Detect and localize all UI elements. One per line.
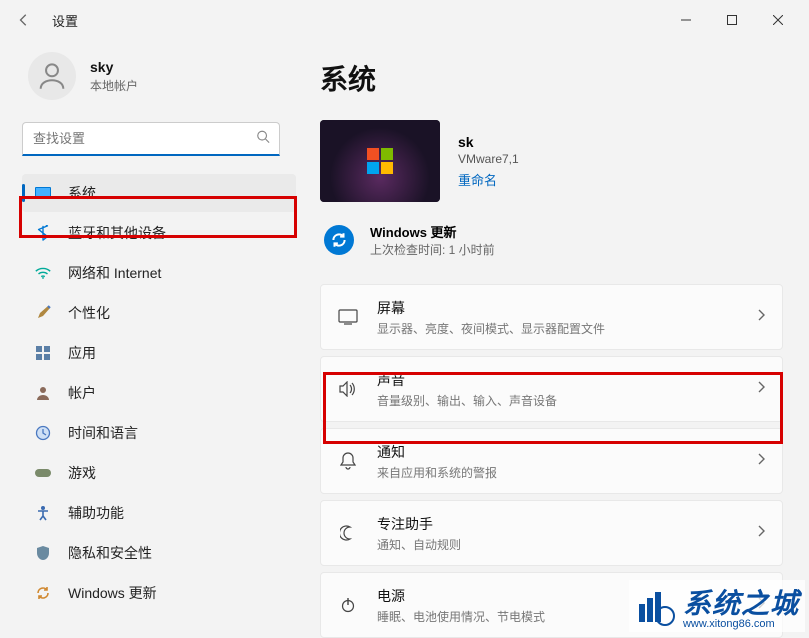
card-display[interactable]: 屏幕 显示器、亮度、夜间模式、显示器配置文件	[320, 284, 783, 350]
update-sub: 上次检查时间: 1 小时前	[370, 241, 495, 258]
moon-icon	[337, 525, 359, 541]
clock-icon	[34, 424, 52, 442]
sidebar-item-accessibility[interactable]: 辅助功能	[22, 494, 296, 532]
sidebar-item-label: 系统	[68, 183, 96, 203]
card-title: 屏幕	[377, 298, 740, 318]
update-status-icon	[324, 225, 354, 255]
window-title: 设置	[52, 11, 78, 30]
sidebar-item-label: 隐私和安全性	[68, 543, 152, 563]
close-button[interactable]	[755, 4, 801, 36]
sidebar-item-privacy[interactable]: 隐私和安全性	[22, 534, 296, 572]
sidebar-item-label: 辅助功能	[68, 503, 124, 523]
card-title: 通知	[377, 442, 740, 462]
chevron-right-icon	[758, 308, 766, 326]
search-input[interactable]	[22, 122, 280, 156]
user-type: 本地帐户	[90, 77, 138, 94]
device-name: sk	[458, 134, 519, 150]
power-icon	[337, 597, 359, 613]
sidebar-item-gaming[interactable]: 游戏	[22, 454, 296, 492]
avatar	[28, 52, 76, 100]
brush-icon	[34, 304, 52, 322]
bell-icon	[337, 452, 359, 470]
sidebar-item-label: 蓝牙和其他设备	[68, 223, 166, 243]
card-title: 专注助手	[377, 514, 740, 534]
watermark-logo-icon	[635, 586, 675, 626]
sidebar-item-apps[interactable]: 应用	[22, 334, 296, 372]
watermark-text: 系统之城	[683, 582, 799, 622]
gamepad-icon	[34, 464, 52, 482]
user-block[interactable]: sky 本地帐户	[28, 52, 296, 100]
wifi-icon	[34, 264, 52, 282]
sidebar-item-label: 帐户	[68, 383, 96, 403]
sidebar-item-label: 时间和语言	[68, 423, 138, 443]
card-title: 声音	[377, 370, 740, 390]
watermark: 系统之城 www.xitong86.com	[629, 580, 805, 632]
sidebar-item-label: 应用	[68, 343, 96, 363]
maximize-button[interactable]	[709, 4, 755, 36]
sidebar-item-system[interactable]: 系统	[22, 174, 296, 212]
card-sub: 来自应用和系统的警报	[377, 464, 740, 481]
device-thumbnail	[320, 120, 440, 202]
sidebar-item-accounts[interactable]: 帐户	[22, 374, 296, 412]
sidebar-item-time[interactable]: 时间和语言	[22, 414, 296, 452]
sidebar-item-personalization[interactable]: 个性化	[22, 294, 296, 332]
sidebar-item-update[interactable]: Windows 更新	[22, 574, 296, 612]
windows-update-status[interactable]: Windows 更新 上次检查时间: 1 小时前	[320, 222, 783, 258]
chevron-right-icon	[758, 452, 766, 470]
card-focus[interactable]: 专注助手 通知、自动规则	[320, 500, 783, 566]
card-sub: 音量级别、输出、输入、声音设备	[377, 392, 740, 409]
device-info: sk VMware7,1 重命名	[320, 120, 783, 202]
chevron-right-icon	[758, 524, 766, 542]
device-model: VMware7,1	[458, 152, 519, 166]
sidebar-item-label: 个性化	[68, 303, 110, 323]
rename-link[interactable]: 重命名	[458, 170, 519, 189]
sidebar-item-label: 游戏	[68, 463, 96, 483]
minimize-button[interactable]	[663, 4, 709, 36]
chevron-right-icon	[758, 380, 766, 398]
card-sound[interactable]: 声音 音量级别、输出、输入、声音设备	[320, 356, 783, 422]
card-sub: 显示器、亮度、夜间模式、显示器配置文件	[377, 320, 740, 337]
person-icon	[34, 384, 52, 402]
search-icon	[256, 130, 270, 149]
back-button[interactable]	[8, 4, 40, 36]
system-icon	[34, 184, 52, 202]
update-title: Windows 更新	[370, 222, 495, 241]
sidebar-item-label: 网络和 Internet	[68, 263, 161, 283]
sidebar-item-label: Windows 更新	[68, 583, 157, 603]
page-title: 系统	[320, 58, 783, 98]
bluetooth-icon	[34, 224, 52, 242]
accessibility-icon	[34, 504, 52, 522]
sound-icon	[337, 381, 359, 397]
card-notifications[interactable]: 通知 来自应用和系统的警报	[320, 428, 783, 494]
card-sub: 通知、自动规则	[377, 536, 740, 553]
update-icon	[34, 584, 52, 602]
user-name: sky	[90, 59, 138, 75]
sidebar-item-network[interactable]: 网络和 Internet	[22, 254, 296, 292]
apps-icon	[34, 344, 52, 362]
shield-icon	[34, 544, 52, 562]
display-icon	[337, 309, 359, 325]
sidebar-item-bluetooth[interactable]: 蓝牙和其他设备	[22, 214, 296, 252]
